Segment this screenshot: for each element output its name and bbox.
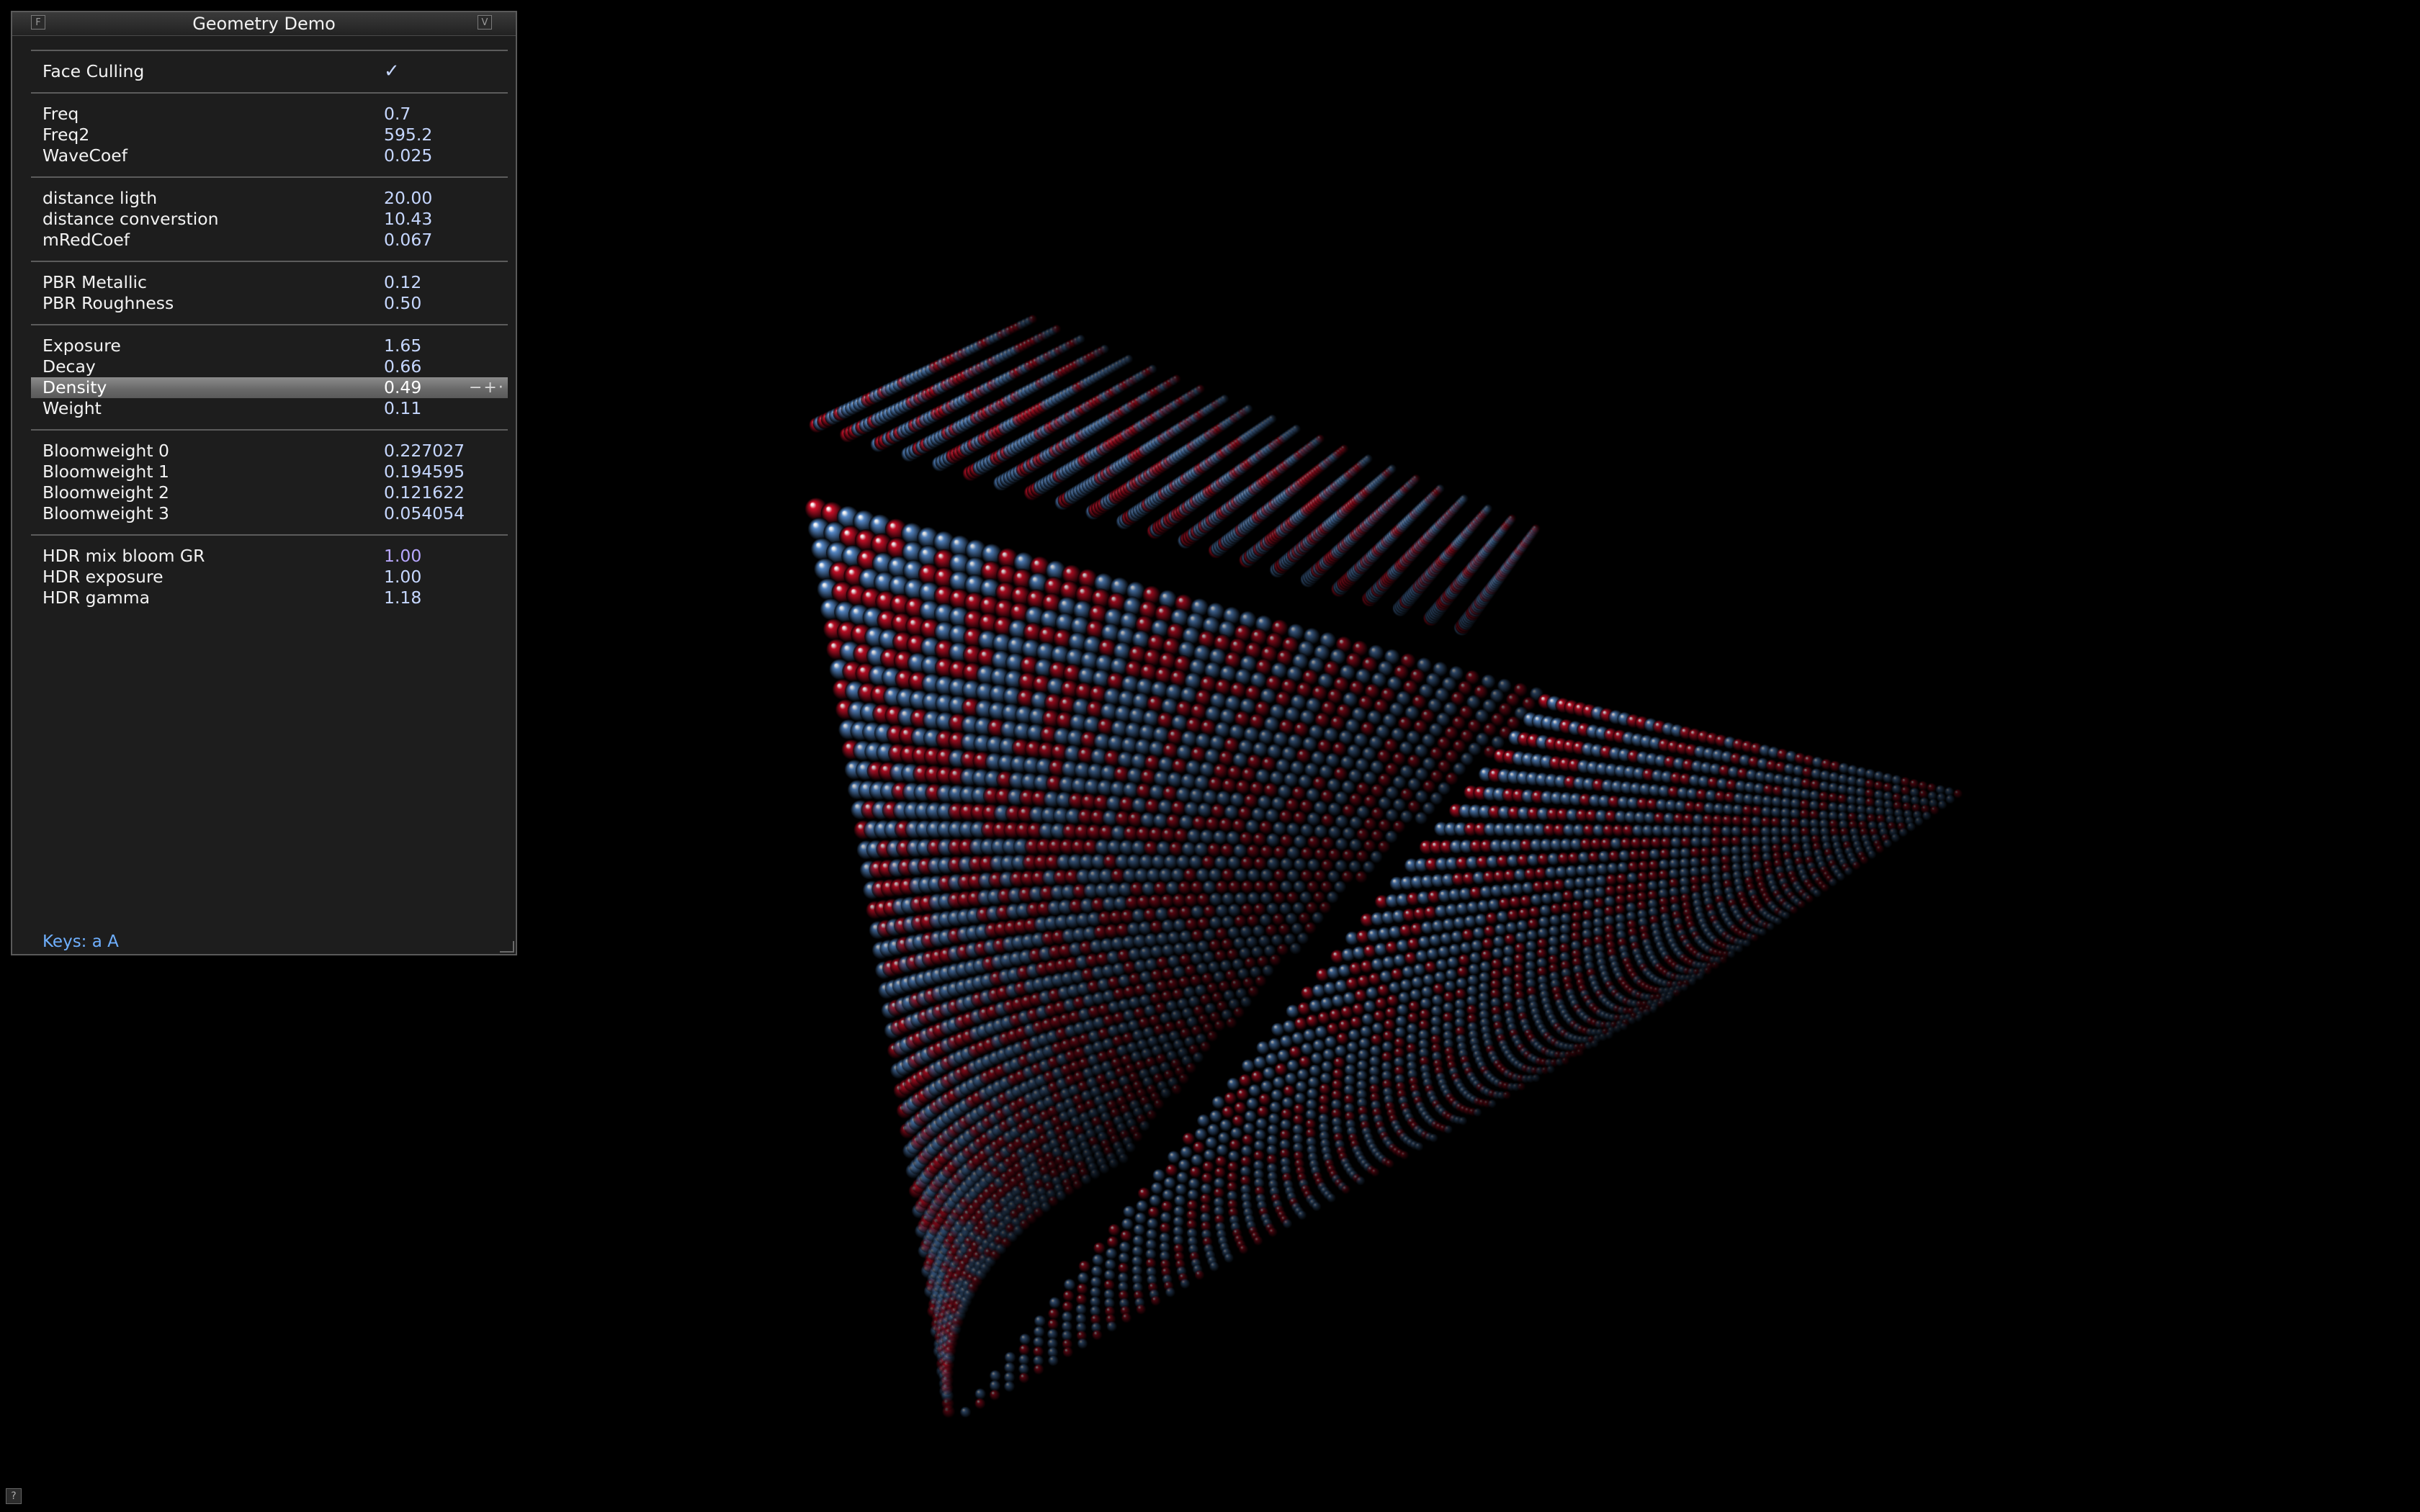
param-value[interactable]: 0.12 bbox=[384, 272, 421, 293]
param-row-wavecoef[interactable]: WaveCoef 0.025 bbox=[31, 145, 508, 166]
param-value[interactable]: 10.43 bbox=[384, 209, 432, 230]
parameter-list: Face Culling ✓ Freq 0.7 Freq2 595.2 Wave… bbox=[31, 50, 508, 618]
param-value[interactable]: 0.66 bbox=[384, 356, 421, 377]
group-culling: Face Culling ✓ bbox=[31, 51, 508, 92]
param-label: mRedCoef bbox=[42, 230, 130, 250]
group-godrays: Exposure 1.65 Decay 0.66 Density 0.49 −+… bbox=[31, 325, 508, 429]
param-row-bloomweight-2[interactable]: Bloomweight 2 0.121622 bbox=[31, 482, 508, 503]
param-row-mredcoef[interactable]: mRedCoef 0.067 bbox=[31, 230, 508, 251]
param-label: Exposure bbox=[42, 336, 121, 356]
param-row-exposure[interactable]: Exposure 1.65 bbox=[31, 336, 508, 356]
param-row-bloomweight-0[interactable]: Bloomweight 0 0.227027 bbox=[31, 441, 508, 462]
param-row-density[interactable]: Density 0.49 −+· bbox=[31, 377, 508, 398]
param-label: PBR Roughness bbox=[42, 293, 174, 313]
param-label: distance converstion bbox=[42, 209, 219, 229]
param-row-freq2[interactable]: Freq2 595.2 bbox=[31, 125, 508, 145]
param-row-freq[interactable]: Freq 0.7 bbox=[31, 104, 508, 125]
param-label: Density bbox=[42, 377, 107, 397]
param-label: Bloomweight 2 bbox=[42, 482, 169, 503]
param-label: PBR Metallic bbox=[42, 272, 147, 292]
tweak-bar-panel[interactable]: F Geometry Demo V Face Culling ✓ Freq 0.… bbox=[11, 11, 517, 955]
param-row-distance-ligth[interactable]: distance ligth 20.00 bbox=[31, 188, 508, 209]
param-label: Bloomweight 0 bbox=[42, 441, 169, 461]
param-row-pbr-metallic[interactable]: PBR Metallic 0.12 bbox=[31, 272, 508, 293]
param-label: WaveCoef bbox=[42, 145, 128, 166]
param-value[interactable]: 0.7 bbox=[384, 104, 411, 125]
group-wave: Freq 0.7 Freq2 595.2 WaveCoef 0.025 bbox=[31, 94, 508, 176]
group-distance: distance ligth 20.00 distance converstio… bbox=[31, 178, 508, 261]
param-label: distance ligth bbox=[42, 188, 158, 208]
param-value[interactable]: 0.49 bbox=[384, 377, 421, 398]
param-value[interactable]: 1.00 bbox=[384, 567, 421, 588]
param-value[interactable]: 0.067 bbox=[384, 230, 432, 251]
param-value[interactable]: 0.50 bbox=[384, 293, 421, 314]
param-row-bloomweight-3[interactable]: Bloomweight 3 0.054054 bbox=[31, 503, 508, 524]
group-bloom: Bloomweight 0 0.227027 Bloomweight 1 0.1… bbox=[31, 431, 508, 534]
panel-titlebar[interactable]: F Geometry Demo V bbox=[12, 12, 516, 36]
param-row-hdr-gamma[interactable]: HDR gamma 1.18 bbox=[31, 588, 508, 608]
param-value[interactable]: 595.2 bbox=[384, 125, 432, 145]
param-row-bloomweight-1[interactable]: Bloomweight 1 0.194595 bbox=[31, 462, 508, 482]
param-value[interactable]: 1.00 bbox=[384, 546, 421, 567]
param-row-weight[interactable]: Weight 0.11 bbox=[31, 398, 508, 419]
param-label: Freq bbox=[42, 104, 79, 124]
param-row-distance-converstion[interactable]: distance converstion 10.43 bbox=[31, 209, 508, 230]
param-value[interactable]: 20.00 bbox=[384, 188, 432, 209]
param-label: HDR gamma bbox=[42, 588, 151, 608]
param-label: Freq2 bbox=[42, 125, 90, 145]
param-row-pbr-roughness[interactable]: PBR Roughness 0.50 bbox=[31, 293, 508, 314]
param-row-decay[interactable]: Decay 0.66 bbox=[31, 356, 508, 377]
param-value[interactable]: 0.227027 bbox=[384, 441, 465, 462]
param-label: HDR exposure bbox=[42, 567, 163, 587]
help-icon[interactable]: ? bbox=[6, 1488, 22, 1504]
param-label: Decay bbox=[42, 356, 96, 377]
param-value[interactable]: 0.025 bbox=[384, 145, 432, 166]
panel-title: Geometry Demo bbox=[192, 14, 336, 34]
param-row-hdr-exposure[interactable]: HDR exposure 1.00 bbox=[31, 567, 508, 588]
param-label: Face Culling bbox=[42, 61, 145, 81]
group-pbr: PBR Metallic 0.12 PBR Roughness 0.50 bbox=[31, 262, 508, 324]
param-label: HDR mix bloom GR bbox=[42, 546, 205, 566]
param-value[interactable]: 1.65 bbox=[384, 336, 421, 356]
param-value[interactable]: 0.121622 bbox=[384, 482, 465, 503]
resize-handle[interactable] bbox=[500, 941, 514, 953]
param-value[interactable]: 0.11 bbox=[384, 398, 421, 419]
param-label: Bloomweight 1 bbox=[42, 462, 169, 482]
panel-close-button[interactable]: V bbox=[478, 15, 492, 30]
param-value[interactable]: 1.18 bbox=[384, 588, 421, 608]
param-label: Weight bbox=[42, 398, 102, 418]
keys-hint: Keys: a A bbox=[42, 932, 119, 951]
spinner-buttons[interactable]: −+· bbox=[469, 377, 505, 398]
param-row-hdr-mix-bloom-gr[interactable]: HDR mix bloom GR 1.00 bbox=[31, 546, 508, 567]
checkmark-icon[interactable]: ✓ bbox=[384, 61, 400, 82]
param-value[interactable]: 0.054054 bbox=[384, 503, 465, 524]
param-row-face-culling[interactable]: Face Culling ✓ bbox=[31, 61, 508, 82]
param-label: Bloomweight 3 bbox=[42, 503, 169, 523]
param-value[interactable]: 0.194595 bbox=[384, 462, 465, 482]
group-hdr: HDR mix bloom GR 1.00 HDR exposure 1.00 … bbox=[31, 536, 508, 618]
